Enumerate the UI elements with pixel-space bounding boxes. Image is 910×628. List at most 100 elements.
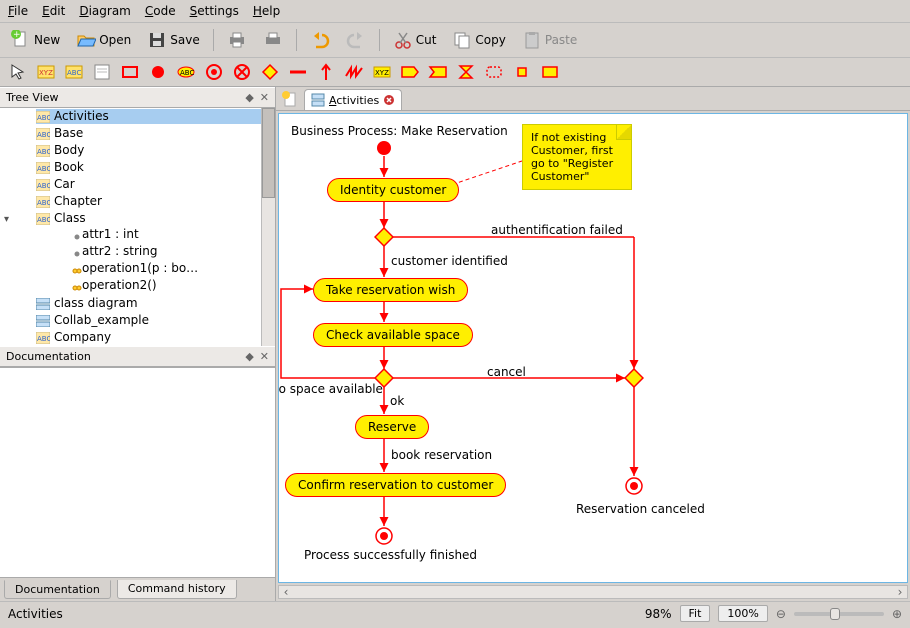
new-diagram-tab[interactable]	[280, 90, 302, 110]
end-success[interactable]	[375, 527, 393, 545]
undo-button[interactable]	[305, 27, 335, 53]
zoom-100-button[interactable]: 100%	[718, 605, 767, 622]
diagram-note[interactable]: If not existing Customer, first go to "R…	[522, 124, 632, 190]
menu-file[interactable]: FFileile	[8, 4, 28, 18]
doc-panel-label: Documentation	[6, 350, 91, 363]
dashed-rect-tool[interactable]	[484, 62, 504, 82]
activity-reserve[interactable]: Reserve	[355, 415, 429, 439]
svg-text:ABC: ABC	[37, 131, 50, 139]
tree-item[interactable]: Collab_example	[18, 312, 275, 329]
new-label: New	[34, 33, 60, 47]
menu-diagram[interactable]: Diagram	[79, 4, 131, 18]
new-button[interactable]: + New	[6, 27, 65, 53]
zoom-slider[interactable]	[794, 612, 884, 616]
redo-icon	[346, 30, 366, 50]
svg-text:ABC: ABC	[37, 199, 50, 207]
menu-help[interactable]: Help	[253, 4, 280, 18]
rect-tool[interactable]	[120, 62, 140, 82]
yellow-rect-tool[interactable]	[540, 62, 560, 82]
text-tool-1[interactable]: XYZ	[36, 62, 56, 82]
menu-code[interactable]: Code	[145, 4, 176, 18]
copy-button[interactable]: Copy	[447, 27, 510, 53]
paste-button[interactable]: Paste	[517, 27, 582, 53]
arrow-up-tool[interactable]	[316, 62, 336, 82]
text-tool-2[interactable]: ABC	[64, 62, 84, 82]
print-setup-icon	[263, 30, 283, 50]
zigzag-tool[interactable]	[344, 62, 364, 82]
menu-settings[interactable]: Settings	[190, 4, 239, 18]
print-button[interactable]	[222, 27, 252, 53]
end-canceled[interactable]	[625, 477, 643, 495]
documentation-text[interactable]	[0, 368, 275, 555]
tree-item[interactable]: attr2 : string	[54, 243, 275, 260]
diagram-canvas[interactable]: Business Process: Make Reservation Ident…	[278, 113, 908, 583]
tree-detach-icon[interactable]: ◆	[245, 91, 253, 104]
cut-button[interactable]: Cut	[388, 27, 442, 53]
editor-tab-activities[interactable]: AActivitiesctivities	[304, 89, 402, 110]
tree-item[interactable]: ABCChapter	[18, 193, 275, 210]
tree-item[interactable]: class diagram	[18, 295, 275, 312]
tree-panel-label: Tree View	[6, 91, 59, 104]
hline-tool[interactable]	[288, 62, 308, 82]
svg-text:+: +	[13, 30, 21, 40]
tree-item[interactable]: ABCActivities	[18, 108, 275, 125]
menubar: FFileile Edit Diagram Code Settings Help	[0, 0, 910, 23]
label-finished: Process successfully finished	[304, 548, 477, 562]
tree-close-icon[interactable]: ✕	[260, 91, 269, 104]
small-square-tool[interactable]	[512, 62, 532, 82]
doc-panel-title: Documentation ◆ ✕	[0, 346, 275, 367]
zoom-in-button[interactable]: ⊕	[892, 607, 902, 621]
tree-item[interactable]: ABCCompany	[18, 329, 275, 346]
left-sidebar: Tree View ◆ ✕ ABCActivitiesABCBaseABCBody…	[0, 87, 276, 601]
hourglass-tool[interactable]	[456, 62, 476, 82]
save-button[interactable]: Save	[142, 27, 204, 53]
doc-detach-icon[interactable]: ◆	[245, 350, 253, 363]
label-canceled: Reservation canceled	[576, 502, 705, 516]
tree-item[interactable]: operation1(p : bo…	[54, 260, 275, 277]
paste-label: Paste	[545, 33, 577, 47]
tree-item[interactable]: attr1 : int	[54, 226, 275, 243]
canvas-hscroll[interactable]: ‹›	[278, 585, 908, 599]
activity-confirm[interactable]: Confirm reservation to customer	[285, 473, 506, 497]
print-setup-button[interactable]	[258, 27, 288, 53]
zoom-percent: 98%	[645, 607, 672, 621]
cross-circle-tool[interactable]	[232, 62, 252, 82]
ring-circle-tool[interactable]	[204, 62, 224, 82]
activity-check[interactable]: Check available space	[313, 323, 473, 347]
label-identified: customer identified	[391, 254, 508, 268]
label-tool[interactable]: ABC	[176, 62, 196, 82]
svg-text:XYZ: XYZ	[39, 69, 53, 77]
decision-auth[interactable]	[374, 227, 394, 247]
open-icon	[76, 30, 96, 50]
xyz-box-tool[interactable]: XYZ	[372, 62, 392, 82]
undo-icon	[310, 30, 330, 50]
signal-send-tool[interactable]	[400, 62, 420, 82]
pointer-tool[interactable]	[8, 62, 28, 82]
tree-item[interactable]: ABCClass▾ attr1 : int attr2 : string ope…	[18, 210, 275, 295]
diamond-tool[interactable]	[260, 62, 280, 82]
zoom-fit-button[interactable]: Fit	[680, 605, 711, 622]
tree-item[interactable]: ABCBody	[18, 142, 275, 159]
tree-item[interactable]: ABCCar	[18, 176, 275, 193]
solid-circle-tool[interactable]	[148, 62, 168, 82]
tree-item[interactable]: operation2()	[54, 277, 275, 294]
tree-scrollbar[interactable]	[261, 108, 275, 346]
activity-take[interactable]: Take reservation wish	[313, 278, 468, 302]
note-tool[interactable]	[92, 62, 112, 82]
tree-expander[interactable]: ▾	[4, 212, 16, 224]
doc-close-icon[interactable]: ✕	[260, 350, 269, 363]
open-button[interactable]: Open	[71, 27, 136, 53]
menu-edit[interactable]: Edit	[42, 4, 65, 18]
merge-diamond[interactable]	[624, 368, 644, 388]
tab-command-history[interactable]: Command history	[117, 580, 237, 599]
tree-view[interactable]: ABCActivitiesABCBaseABCBodyABCBookABCCar…	[0, 108, 275, 346]
tree-item[interactable]: ABCBase	[18, 125, 275, 142]
activity-identity[interactable]: Identity customer	[327, 178, 459, 202]
start-node[interactable]	[376, 140, 392, 156]
redo-button[interactable]	[341, 27, 371, 53]
tab-close-icon[interactable]	[383, 94, 395, 106]
tab-documentation[interactable]: Documentation	[4, 580, 111, 599]
zoom-out-button[interactable]: ⊖	[776, 607, 786, 621]
signal-recv-tool[interactable]	[428, 62, 448, 82]
tree-item[interactable]: ABCBook	[18, 159, 275, 176]
